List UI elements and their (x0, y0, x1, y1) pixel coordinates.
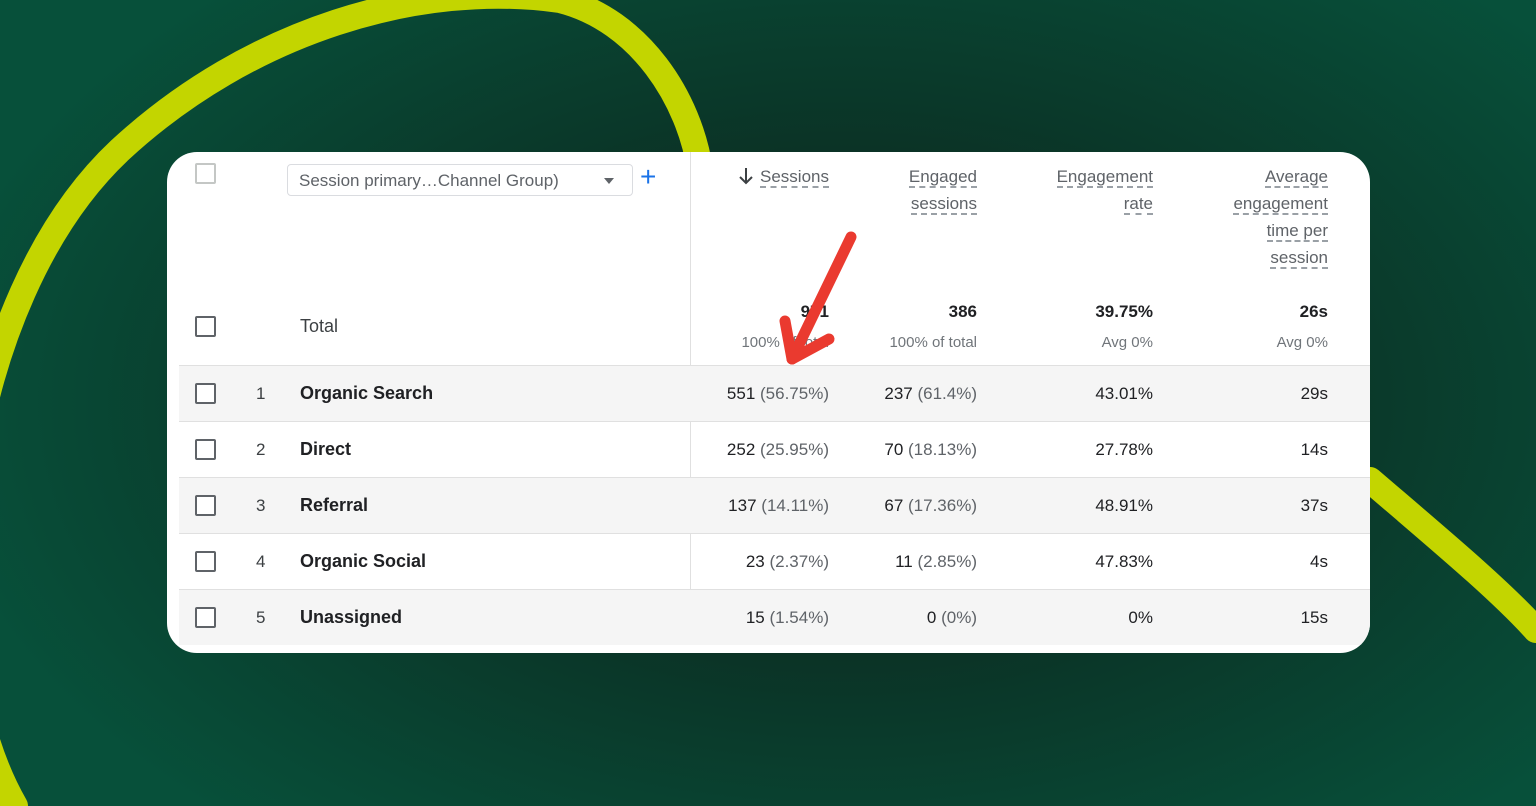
row-sessions: 137 (14.11%) (639, 496, 829, 516)
header-engaged-line-1: Engaged (908, 167, 977, 188)
row-checkbox[interactable] (195, 495, 216, 516)
dimension-selector[interactable]: Session primary…Channel Group) (287, 164, 633, 196)
dimension-selector-label: Session primary…Channel Group) (299, 171, 559, 190)
header-rate-line-1: Engagement (1056, 167, 1153, 188)
table-row[interactable]: 2 Direct 252 (25.95%) 70 (18.13%) 27.78%… (179, 421, 1370, 477)
header-checkbox[interactable] (195, 163, 216, 184)
row-rank: 1 (256, 384, 266, 403)
row-engaged-pct: (61.4%) (917, 384, 977, 403)
header-time-line-1: Average (1264, 167, 1328, 188)
row-engaged: 0 (0%) (819, 608, 977, 628)
row-engaged: 11 (2.85%) (819, 552, 977, 572)
row-time: 14s (1300, 440, 1328, 459)
total-checkbox[interactable] (195, 316, 216, 337)
table-row[interactable]: 3 Referral 137 (14.11%) 67 (17.36%) 48.9… (179, 477, 1370, 533)
row-rank: 3 (256, 496, 266, 515)
row-engaged: 67 (17.36%) (819, 496, 977, 516)
row-checkbox[interactable] (195, 607, 216, 628)
column-header-sessions-label: Sessions (760, 167, 829, 188)
row-sessions: 15 (1.54%) (639, 608, 829, 628)
arrow-down-icon (739, 168, 753, 185)
row-engaged-pct: (17.36%) (908, 496, 977, 515)
row-checkbox[interactable] (195, 383, 216, 404)
header-engaged-line-2: sessions (910, 194, 977, 215)
add-dimension-icon[interactable]: + (640, 162, 656, 192)
column-header-engaged-sessions[interactable]: Engaged sessions (867, 163, 977, 217)
total-rate-sub: Avg 0% (1101, 334, 1153, 351)
row-engaged-pct: (2.85%) (917, 552, 977, 571)
row-engaged-value: 67 (884, 496, 904, 515)
total-time-sub: Avg 0% (1276, 334, 1328, 351)
table-row[interactable]: 5 Unassigned 15 (1.54%) 0 (0%) 0% 15s (179, 589, 1370, 645)
row-engaged-pct: (0%) (941, 608, 977, 627)
row-engaged: 237 (61.4%) (819, 384, 977, 404)
row-sessions-value: 23 (745, 552, 765, 571)
row-channel: Unassigned (300, 607, 403, 627)
row-rate: 27.78% (1095, 440, 1153, 459)
header-time-line-2: engagement (1233, 194, 1328, 215)
table-row[interactable]: 4 Organic Social 23 (2.37%) 11 (2.85%) 4… (179, 533, 1370, 589)
row-time: 29s (1300, 384, 1328, 403)
row-sessions: 23 (2.37%) (639, 552, 829, 572)
row-engaged-value: 70 (884, 440, 904, 459)
row-engaged-value: 11 (895, 552, 913, 571)
total-engaged: 386 (948, 302, 977, 321)
column-header-engagement-rate[interactable]: Engagement rate (1023, 163, 1153, 217)
row-rank: 2 (256, 440, 266, 459)
row-rate: 0% (1128, 608, 1153, 627)
total-label: Total (300, 316, 339, 336)
row-time: 4s (1310, 552, 1328, 571)
total-rate: 39.75% (1095, 302, 1153, 321)
row-rank: 4 (256, 552, 266, 571)
total-time: 26s (1299, 302, 1328, 321)
row-channel: Organic Social (300, 551, 427, 571)
row-time: 37s (1300, 496, 1328, 515)
row-sessions: 551 (56.75%) (639, 384, 829, 404)
row-checkbox[interactable] (195, 439, 216, 460)
row-channel: Direct (300, 439, 352, 459)
row-rate: 43.01% (1095, 384, 1153, 403)
row-engaged-value: 237 (884, 384, 913, 403)
row-engaged-value: 0 (926, 608, 937, 627)
row-time: 15s (1300, 608, 1328, 627)
row-checkbox[interactable] (195, 551, 216, 572)
column-header-sessions[interactable]: Sessions (722, 163, 829, 190)
row-channel: Organic Search (300, 383, 434, 403)
row-sessions-value: 252 (726, 440, 756, 459)
annotation-arrow (779, 231, 857, 365)
row-engaged: 70 (18.13%) (819, 440, 977, 460)
row-sessions-value: 15 (745, 608, 765, 627)
column-header-avg-engagement-time[interactable]: Average engagement time per session (1188, 163, 1328, 271)
row-sessions-value: 551 (726, 384, 756, 403)
header-time-line-4: session (1270, 248, 1328, 269)
row-rate: 48.91% (1095, 496, 1153, 515)
report-table-card: Session primary…Channel Group) + Session… (167, 152, 1370, 653)
header-time-line-3: time per (1266, 221, 1328, 242)
header-rate-line-2: rate (1123, 194, 1153, 215)
row-channel: Referral (300, 495, 369, 515)
row-sessions-value: 137 (728, 496, 757, 515)
row-rank: 5 (256, 608, 266, 627)
row-engaged-pct: (18.13%) (908, 440, 977, 459)
chevron-down-icon (604, 178, 614, 184)
row-rate: 47.83% (1095, 552, 1153, 571)
row-sessions: 252 (25.95%) (639, 440, 829, 460)
